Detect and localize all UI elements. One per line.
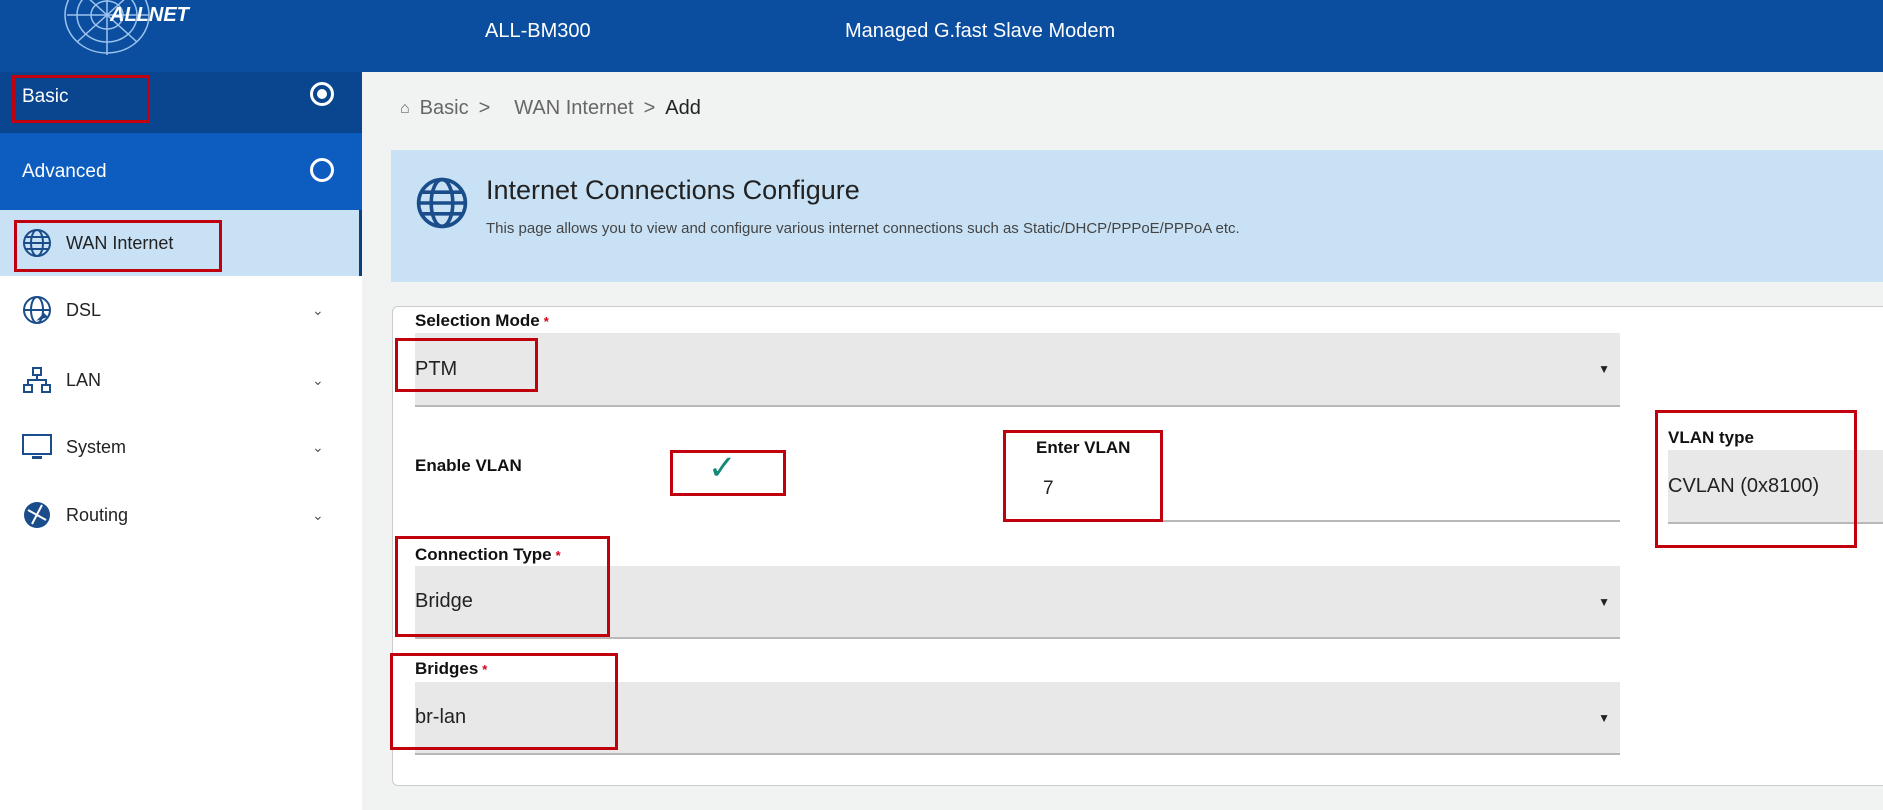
caret-down-icon: ▼: [1598, 594, 1610, 609]
sidebar-item-wan-internet[interactable]: WAN Internet: [0, 210, 362, 276]
bridges-label: Bridges *: [415, 659, 488, 678]
caret-down-icon: ▼: [1598, 362, 1610, 376]
chevron-down-icon: ⌄: [312, 506, 324, 523]
page-description: This page allows you to view and configu…: [486, 220, 1240, 237]
selection-mode-label: Selection Mode *: [415, 311, 549, 330]
dsl-globe-icon: [22, 295, 52, 325]
chevron-down-icon: ⌄: [312, 438, 324, 455]
sidebar-item-label: WAN Internet: [66, 232, 174, 253]
sidebar-item-lan[interactable]: LAN ⌄: [0, 355, 362, 405]
globe-icon: [415, 176, 469, 235]
connection-type-label: Connection Type *: [415, 545, 561, 564]
model-name: ALL-BM300: [485, 20, 591, 42]
sidebar-basic[interactable]: Basic: [0, 72, 362, 133]
enter-vlan-label: Enter VLAN: [1036, 438, 1131, 457]
enable-vlan-label: Enable VLAN: [415, 456, 522, 475]
routing-icon: [22, 500, 52, 530]
page-banner: Internet Connections Configure This page…: [391, 150, 1883, 282]
advanced-label: Advanced: [22, 161, 107, 182]
page-title: Internet Connections Configure: [486, 175, 860, 205]
vlan-type-select[interactable]: CVLAN (0x8100): [1668, 450, 1883, 524]
connection-type-select[interactable]: Bridge ▼: [415, 566, 1620, 639]
sidebar-item-label: LAN: [66, 369, 102, 390]
network-icon: [22, 365, 52, 395]
chevron-down-icon: ⌄: [312, 371, 324, 388]
sidebar-item-label: Routing: [66, 504, 129, 525]
globe-icon: [22, 228, 52, 258]
breadcrumb-separator: >: [643, 97, 656, 119]
radio-selected-icon: [310, 82, 334, 106]
device-description: Managed G.fast Slave Modem: [845, 20, 1116, 42]
top-header: ALLNET ALL-BM300 Managed G.fast Slave Mo…: [0, 0, 1883, 72]
radio-empty-icon: [310, 158, 334, 182]
breadcrumb: ⌂ Basic > WAN Internet > Add: [400, 97, 701, 120]
logo-text: ALLNET: [110, 4, 189, 26]
bridges-select[interactable]: br-lan ▼: [415, 682, 1620, 755]
sidebar-item-routing[interactable]: Routing ⌄: [0, 490, 362, 540]
enter-vlan-input[interactable]: 7: [1010, 470, 1620, 522]
sidebar-advanced[interactable]: Advanced: [0, 133, 362, 210]
caret-down-icon: ▼: [1598, 710, 1610, 725]
chevron-down-icon: ⌄: [312, 301, 324, 318]
breadcrumb-add: Add: [665, 97, 701, 119]
sidebar-item-label: DSL: [66, 299, 102, 320]
vlan-type-label: VLAN type: [1668, 428, 1754, 447]
breadcrumb-basic[interactable]: Basic: [420, 97, 469, 120]
sidebar-item-system[interactable]: System ⌄: [0, 422, 362, 472]
basic-label: Basic: [22, 86, 69, 107]
sidebar: Basic Advanced WAN Internet DSL ⌄ LAN ⌄ …: [0, 72, 362, 810]
enable-vlan-checkbox[interactable]: ✓: [708, 448, 737, 488]
home-icon[interactable]: ⌂: [400, 100, 410, 118]
breadcrumb-separator: >: [478, 97, 491, 119]
selection-mode-select[interactable]: PTM ▼: [415, 333, 1620, 407]
sidebar-item-dsl[interactable]: DSL ⌄: [0, 285, 362, 335]
monitor-icon: [22, 432, 52, 462]
breadcrumb-wan-internet[interactable]: WAN Internet: [514, 97, 633, 120]
sidebar-item-label: System: [66, 436, 127, 457]
